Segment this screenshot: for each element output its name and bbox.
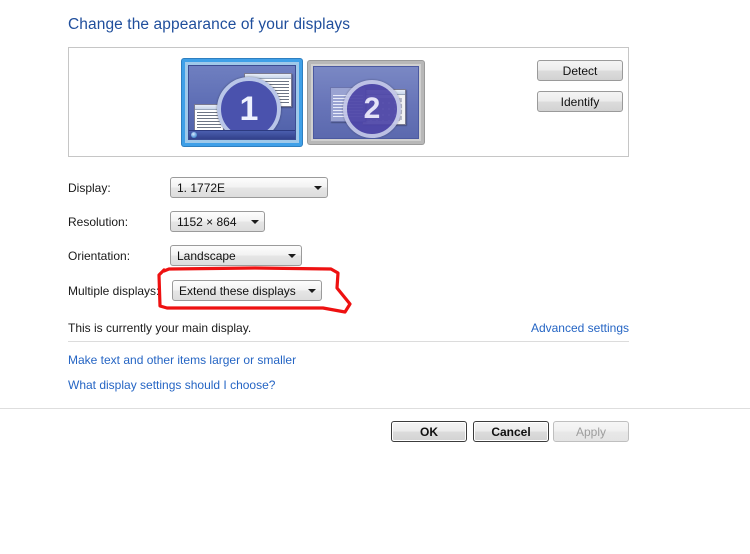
windows-start-orb-icon: [191, 132, 197, 138]
display-dropdown[interactable]: 1. 1772E: [170, 177, 328, 198]
resolution-label: Resolution:: [68, 215, 129, 229]
status-divider: [68, 341, 629, 342]
ok-button[interactable]: OK: [391, 421, 467, 442]
main-display-status-text: This is currently your main display.: [68, 321, 252, 335]
taskbar-glyph: [189, 130, 295, 139]
display-dropdown-value: 1. 1772E: [177, 180, 226, 195]
make-text-larger-smaller-link[interactable]: Make text and other items larger or smal…: [68, 353, 296, 367]
advanced-settings-link[interactable]: Advanced settings: [531, 321, 629, 335]
bottom-divider: [0, 408, 750, 409]
monitor-thumbnail-1[interactable]: 1: [182, 59, 302, 146]
display-label: Display:: [68, 181, 111, 195]
resolution-dropdown[interactable]: 1152 × 864: [170, 211, 265, 232]
chevron-down-icon: [283, 246, 301, 265]
chevron-down-icon: [309, 178, 327, 197]
orientation-label: Orientation:: [68, 249, 131, 263]
page-title: Change the appearance of your displays: [68, 16, 351, 33]
orientation-dropdown-value: Landscape: [177, 248, 236, 263]
monitor-1-screen: 1: [188, 65, 296, 140]
orientation-dropdown[interactable]: Landscape: [170, 245, 302, 266]
chevron-down-icon: [303, 281, 321, 300]
multiple-displays-dropdown[interactable]: Extend these displays: [172, 280, 322, 301]
what-display-settings-link[interactable]: What display settings should I choose?: [68, 378, 275, 392]
resolution-dropdown-value: 1152 × 864: [177, 214, 237, 229]
monitor-2-screen: 2: [313, 66, 419, 139]
multiple-displays-dropdown-value: Extend these displays: [179, 283, 296, 298]
monitor-thumbnail-2[interactable]: 2: [308, 61, 424, 144]
apply-button: Apply: [553, 421, 629, 442]
chevron-down-icon: [246, 212, 264, 231]
cancel-button[interactable]: Cancel: [473, 421, 549, 442]
identify-button[interactable]: Identify: [537, 91, 623, 112]
monitor-number-badge-2: 2: [343, 80, 401, 138]
detect-button[interactable]: Detect: [537, 60, 623, 81]
multiple-displays-label: Multiple displays:: [68, 284, 160, 298]
